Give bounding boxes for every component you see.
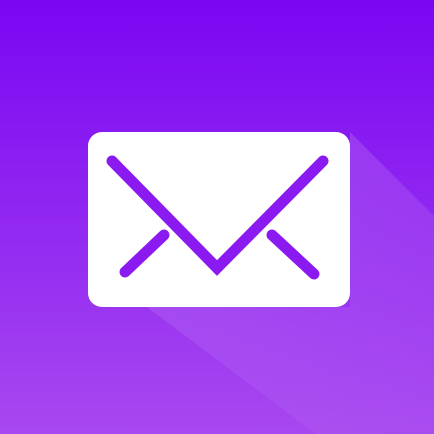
envelope-body bbox=[88, 132, 350, 307]
mail-app-icon[interactable] bbox=[0, 0, 434, 434]
mail-envelope-icon bbox=[0, 0, 434, 434]
